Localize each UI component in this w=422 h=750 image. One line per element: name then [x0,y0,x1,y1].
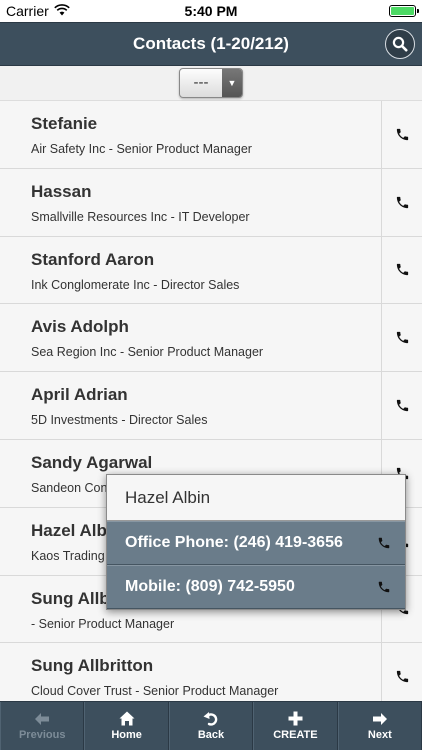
call-button[interactable] [381,101,422,168]
page-title: Contacts (1-20/212) [133,34,289,53]
call-button[interactable] [381,236,422,304]
previous-label: Previous [18,728,66,741]
contact-detail: 5D Investments - Director Sales [31,413,208,428]
next-label: Next [367,728,392,741]
next-button[interactable]: Next [337,702,422,750]
contact-row[interactable]: April Adrian 5D Investments - Director S… [0,372,422,440]
contact-name: Sung Allbritton [31,656,154,676]
filter-bar: --- ▼ [0,66,422,101]
call-button[interactable] [381,304,422,372]
arrow-left-icon [35,712,50,725]
contact-row[interactable]: Stanford Aaron Ink Conglomerate Inc - Di… [0,236,422,305]
contact-detail: Ink Conglomerate Inc - Director Sales [31,277,240,292]
popup-title: Hazel Albin [107,475,405,521]
create-label: CREATE [273,729,318,741]
filter-select-value: --- [193,74,209,91]
arrow-right-icon [372,712,387,725]
header: Contacts (1-20/212) [0,22,422,66]
previous-button[interactable]: Previous [0,702,85,750]
contact-info[interactable]: Stanford Aaron Ink Conglomerate Inc - Di… [0,237,381,304]
call-button[interactable] [381,372,422,439]
contact-name: April Adrian [31,385,128,405]
contact-name: Stanford Aaron [31,249,155,269]
home-label: Home [111,729,142,741]
phone-icon [396,264,408,276]
contact-detail: Air Safety Inc - Senior Product Manager [31,142,252,156]
status-bar: Carrier 5:40 PM [0,0,422,22]
wifi-icon [54,3,70,19]
contact-name: Hassan [31,181,92,201]
contact-detail: Smallville Resources Inc - IT Developer [31,209,250,224]
chevron-down-icon: ▼ [222,69,242,97]
contact-row[interactable]: Stefanie Air Safety Inc - Senior Product… [0,101,422,169]
phone-icon [396,196,408,208]
home-icon [119,711,135,726]
contact-info[interactable]: April Adrian 5D Investments - Director S… [0,372,381,439]
contact-row[interactable]: Avis Adolph Sea Region Inc - Senior Prod… [0,304,422,373]
undo-icon [203,712,218,726]
create-button[interactable]: CREATE [253,702,338,750]
back-label: Back [197,729,225,741]
contact-name: Avis Adolph [31,317,129,337]
contact-name: Sandy Agarwal [31,452,153,472]
contact-row[interactable]: Hassan Smallville Resources Inc - IT Dev… [0,168,422,237]
battery-level [391,7,414,15]
contact-info[interactable]: Stefanie Air Safety Inc - Senior Product… [0,101,381,168]
carrier-label: Carrier [6,3,49,19]
back-button[interactable]: Back [168,702,254,750]
mobile-phone-option[interactable]: Mobile: (809) 742-5950 [107,565,405,609]
search-button[interactable] [385,29,415,59]
filter-select[interactable]: --- ▼ [179,68,243,98]
contact-list: Stefanie Air Safety Inc - Senior Product… [0,101,422,712]
phone-icon [396,671,408,683]
mobile-phone-label: Mobile: (809) 742-5950 [125,578,295,595]
office-phone-label: Office Phone: (246) 419-3656 [125,534,343,551]
phone-icon [378,537,390,549]
office-phone-option[interactable]: Office Phone: (246) 419-3656 [107,521,405,565]
battery-icon [389,5,419,17]
phone-icon [396,332,408,344]
contact-detail: Sea Region Inc - Senior Product Manager [31,345,264,360]
search-icon [392,36,408,52]
phone-icon [378,581,390,593]
contact-info[interactable]: Avis Adolph Sea Region Inc - Senior Prod… [0,304,381,371]
contact-detail: Cloud Cover Trust - Senior Product Manag… [31,684,279,699]
plus-icon [288,711,303,726]
phone-popup: Hazel Albin Office Phone: (246) 419-3656… [106,474,406,610]
contact-info[interactable]: Hassan Smallville Resources Inc - IT Dev… [0,169,381,236]
status-left: Carrier [6,3,70,19]
contact-name: Stefanie [31,114,98,133]
phone-icon [396,399,408,412]
call-button[interactable] [381,168,422,236]
bottom-toolbar: Previous Home Back CREATE Next [0,701,422,750]
phone-icon [396,128,408,141]
contact-detail: - Senior Product Manager [31,616,175,631]
home-button[interactable]: Home [84,702,169,750]
